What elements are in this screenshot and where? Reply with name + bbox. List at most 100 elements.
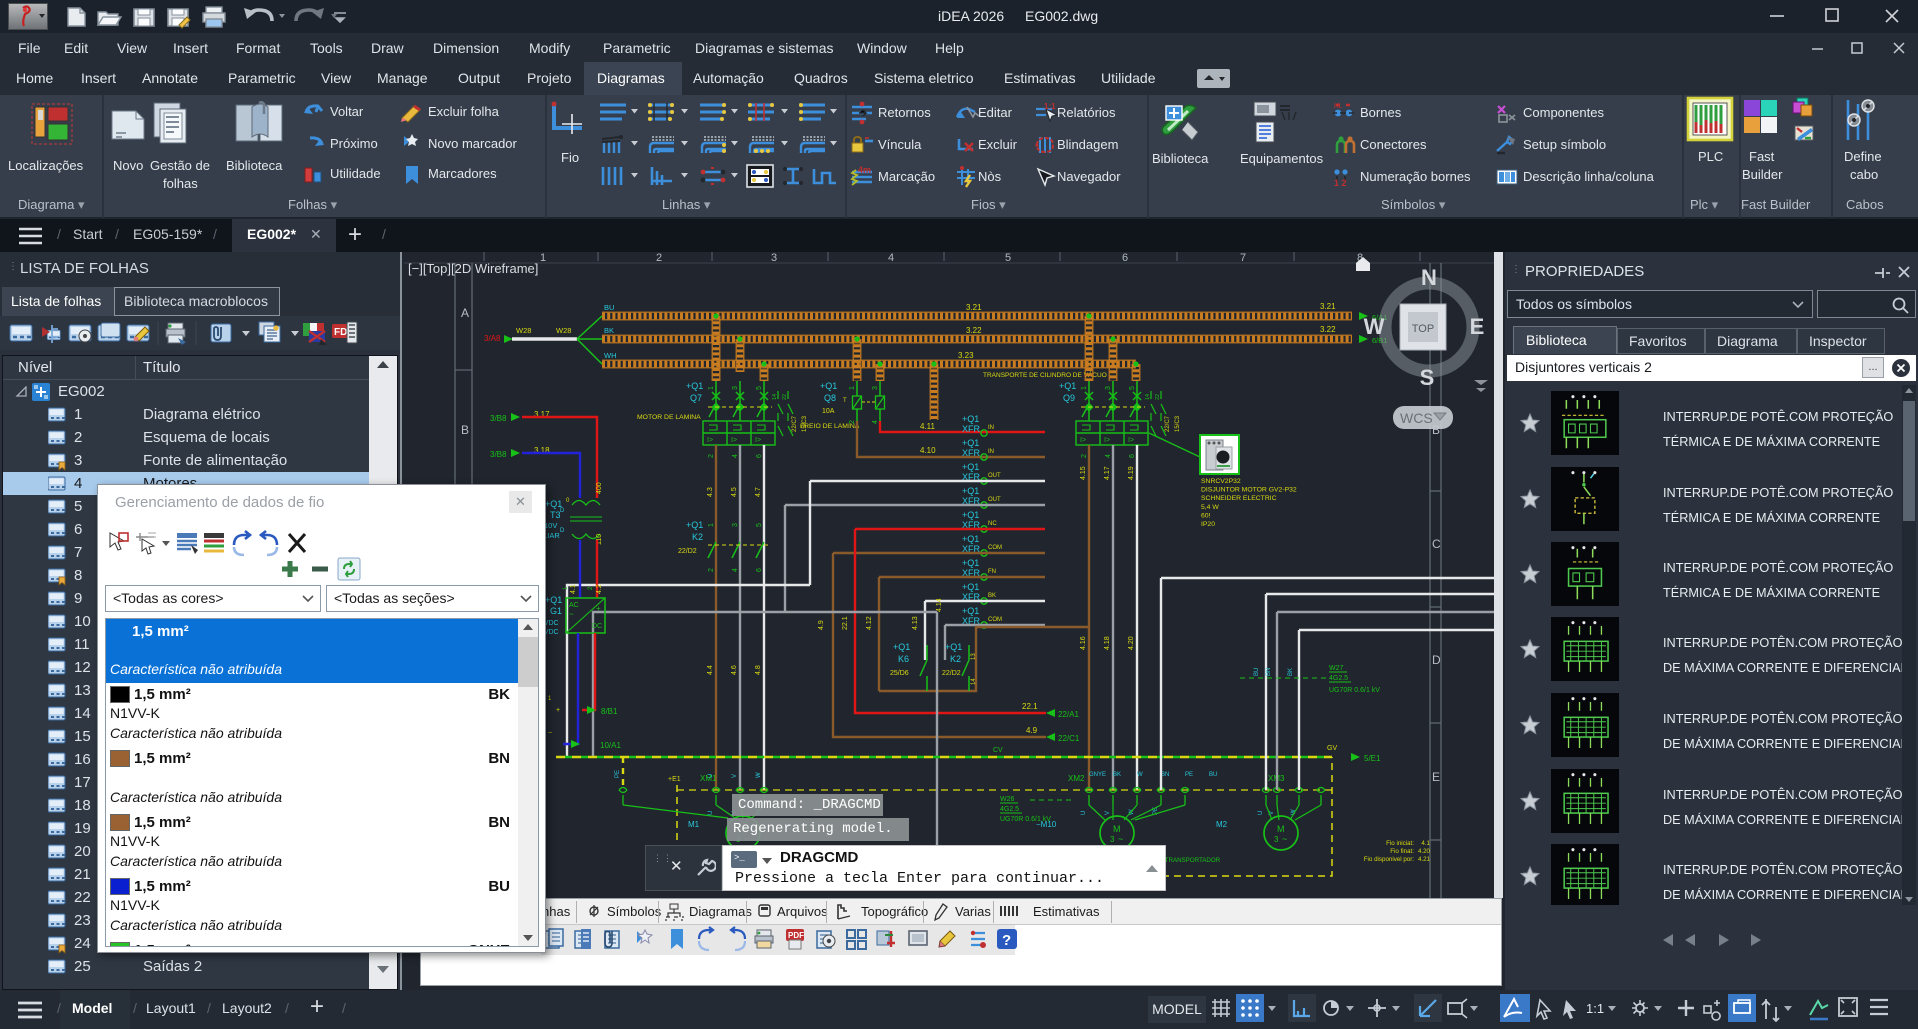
- svg-text:4.18: 4.18: [1104, 636, 1111, 650]
- svg-text:TOP: TOP: [1412, 323, 1434, 335]
- svg-text:4.1: 4.1: [570, 584, 577, 594]
- svg-text:+Q1: +Q1: [1059, 381, 1076, 391]
- svg-text:T: T: [843, 398, 847, 404]
- svg-text:WCS: WCS: [1400, 410, 1433, 426]
- svg-text:K6: K6: [898, 654, 909, 664]
- svg-text:4.3: 4.3: [707, 487, 714, 497]
- svg-text:NC: NC: [988, 521, 997, 527]
- svg-text:22/A1: 22/A1: [1058, 710, 1079, 719]
- svg-text:BU: BU: [604, 303, 614, 312]
- svg-text:3: 3: [1110, 835, 1115, 844]
- svg-text:4: 4: [732, 568, 739, 572]
- svg-text:K2: K2: [692, 532, 703, 542]
- svg-text:3: 3: [732, 523, 739, 527]
- svg-text:4.13: 4.13: [912, 616, 919, 630]
- svg-text:4.11: 4.11: [920, 422, 936, 431]
- svg-text:BN: BN: [1266, 668, 1272, 676]
- svg-text:PDF: PDF: [788, 931, 804, 940]
- svg-text:FN: FN: [988, 569, 996, 575]
- svg-text:PE: PE: [615, 770, 621, 778]
- svg-text:~: ~: [1282, 834, 1287, 844]
- svg-text:C: C: [1432, 537, 1441, 551]
- svg-text:4.10: 4.10: [920, 446, 936, 455]
- svg-text:4.17: 4.17: [1104, 466, 1111, 480]
- svg-text:22: 22: [782, 394, 788, 400]
- svg-text:4.14: 4.14: [936, 598, 943, 612]
- svg-text:5: 5: [1129, 386, 1136, 390]
- svg-text:4.7: 4.7: [755, 487, 762, 497]
- svg-text:I>: I>: [707, 437, 713, 444]
- svg-text:V: V: [732, 774, 738, 778]
- svg-text:U: U: [1258, 811, 1264, 815]
- svg-text:3: 3: [771, 252, 777, 264]
- svg-text:GV: GV: [1327, 745, 1337, 752]
- svg-text:22: 22: [1155, 394, 1161, 400]
- svg-text:3/A8: 3/A8: [484, 334, 501, 343]
- svg-text:IN: IN: [988, 449, 994, 455]
- svg-text:A: A: [461, 306, 469, 320]
- svg-text:+Q1: +Q1: [962, 486, 979, 496]
- svg-text:Q9: Q9: [1063, 393, 1075, 403]
- svg-text:W28: W28: [516, 326, 531, 335]
- svg-text:G1: G1: [550, 606, 562, 616]
- svg-text:4.15: 4.15: [1080, 466, 1087, 480]
- svg-text:5: 5: [756, 523, 763, 527]
- svg-text:T3: T3: [550, 510, 561, 520]
- svg-text:U: U: [708, 774, 714, 778]
- svg-text:4.1: 4.1: [1421, 840, 1430, 847]
- svg-text:+Q1: +Q1: [962, 414, 979, 424]
- svg-text:4: 4: [888, 252, 894, 264]
- svg-text:SCHNEIDER ELECTRIC: SCHNEIDER ELECTRIC: [1201, 495, 1277, 502]
- svg-text:2: 2: [656, 252, 662, 264]
- svg-text:4.19: 4.19: [1128, 466, 1135, 480]
- svg-text:W: W: [1137, 772, 1143, 778]
- svg-text:AC: AC: [569, 602, 579, 609]
- svg-text:E: E: [1432, 770, 1440, 784]
- svg-text:5: 5: [1005, 252, 1011, 264]
- svg-text:M: M: [1113, 824, 1121, 834]
- svg-text:3: 3: [1274, 835, 1279, 844]
- svg-text:D: D: [560, 528, 565, 534]
- svg-text:6: 6: [756, 568, 763, 572]
- svg-text:+Q1: +Q1: [962, 438, 979, 448]
- svg-text:UG70R 0.6/1 kV: UG70R 0.6/1 kV: [1000, 816, 1051, 823]
- svg-text:8/B1: 8/B1: [601, 707, 618, 716]
- svg-text:−: −: [548, 730, 552, 737]
- svg-text:4.20: 4.20: [1418, 848, 1431, 855]
- svg-text:2: 2: [588, 586, 594, 590]
- svg-text:K2: K2: [950, 654, 961, 664]
- svg-text:S: S: [1420, 365, 1435, 390]
- svg-text:BK: BK: [1288, 668, 1294, 676]
- svg-text:+Q1: +Q1: [945, 642, 962, 652]
- svg-text:Fio finat:: Fio finat:: [1390, 848, 1414, 855]
- svg-text:BU: BU: [1254, 668, 1260, 676]
- svg-text:60!: 60!: [1201, 512, 1211, 519]
- svg-text:3: 3: [872, 386, 879, 390]
- svg-text:I>: I>: [731, 437, 737, 444]
- svg-text:+Q1: +Q1: [686, 381, 703, 391]
- svg-text:Fio iniciat:: Fio iniciat:: [1386, 840, 1414, 847]
- svg-text:3.22: 3.22: [1320, 325, 1336, 334]
- svg-text:BK: BK: [988, 593, 996, 599]
- svg-text:15/C3: 15/C3: [1175, 415, 1181, 432]
- svg-text:1: 1: [708, 523, 715, 527]
- svg-text:4: 4: [872, 420, 879, 424]
- svg-text:3: 3: [1105, 386, 1112, 390]
- svg-text:5,4 W: 5,4 W: [1201, 504, 1219, 511]
- svg-text:XFR: XFR: [962, 448, 981, 458]
- svg-text:FD: FD: [334, 327, 347, 338]
- svg-text:Q8: Q8: [824, 393, 836, 403]
- svg-text:6: 6: [756, 454, 763, 458]
- svg-text:22/C1: 22/C1: [1058, 734, 1080, 743]
- svg-text:FREIO DE LAMINA: FREIO DE LAMINA: [800, 423, 860, 430]
- svg-text:1: 1: [548, 696, 552, 702]
- svg-text:Q7: Q7: [690, 393, 702, 403]
- svg-text:I>: I>: [1104, 437, 1110, 444]
- svg-text:I>: I>: [1128, 437, 1134, 444]
- svg-text:XFR: XFR: [962, 424, 981, 434]
- svg-text:WH: WH: [604, 351, 617, 360]
- svg-text:CV: CV: [993, 747, 1003, 754]
- svg-text:+: +: [556, 707, 560, 714]
- svg-text:+Q1: +Q1: [962, 582, 979, 592]
- svg-text:1: 1: [1081, 386, 1088, 390]
